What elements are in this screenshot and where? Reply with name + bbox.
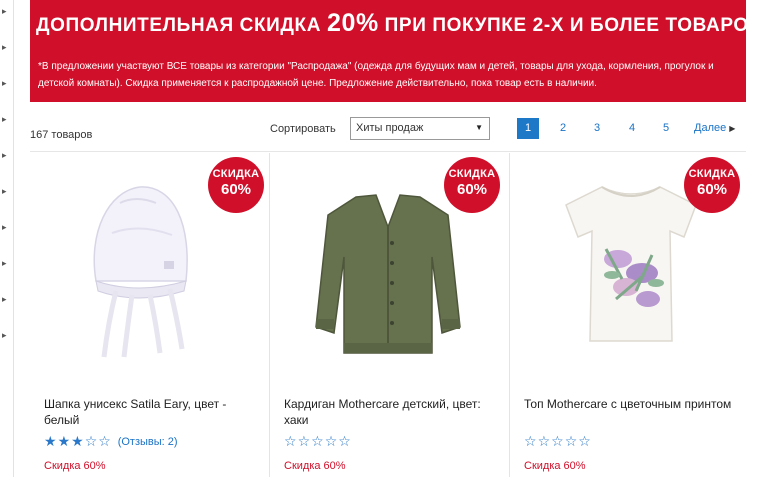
badge-label: СКИДКА: [448, 168, 496, 180]
page-5[interactable]: 5: [655, 118, 677, 139]
product-count: 167 товаров: [30, 129, 93, 141]
star-outline-icon: ☆: [564, 433, 578, 449]
product-name[interactable]: Шапка унисекс Satila Eary, цвет - белый: [44, 396, 254, 428]
badge-label: СКИДКА: [212, 168, 260, 180]
page-2[interactable]: 2: [552, 118, 574, 139]
chevron-right-icon[interactable]: ▸: [2, 222, 7, 232]
star-icon: ★: [44, 433, 57, 449]
page-4[interactable]: 4: [621, 118, 643, 139]
product-card[interactable]: СКИДКА 60% Шапка унисекс Satila Eary, цв…: [30, 153, 270, 477]
chevron-right-icon[interactable]: ▸: [2, 330, 7, 340]
rating-stars[interactable]: ★★★☆☆ (Отзывы: 2): [44, 433, 178, 450]
chevron-right-icon[interactable]: ▸: [2, 78, 7, 88]
product-card[interactable]: СКИДКА 60% Топ Mothercare с цветочным пр…: [510, 153, 750, 477]
promo-note: *В предложении участвуют ВСЕ товары из к…: [38, 61, 714, 89]
star-outline-icon: ☆: [311, 433, 324, 449]
sort-select-value: Хиты продаж: [356, 122, 424, 134]
chevron-right-icon: ▶: [729, 124, 736, 133]
star-outline-icon: ☆: [524, 433, 537, 449]
discount-badge: СКИДКА 60%: [208, 157, 264, 213]
next-page-link[interactable]: Далее ▶: [694, 122, 735, 134]
dropdown-arrow-icon: ▼: [475, 123, 483, 132]
chevron-right-icon[interactable]: ▸: [2, 258, 7, 268]
product-card[interactable]: СКИДКА 60% Кардиган Mothercare детский, …: [270, 153, 510, 477]
left-category-rail: ▸ ▸ ▸ ▸ ▸ ▸ ▸ ▸ ▸ ▸: [0, 0, 14, 477]
chevron-right-icon[interactable]: ▸: [2, 150, 7, 160]
chevron-right-icon[interactable]: ▸: [2, 114, 7, 124]
promo-title: ДОПОЛНИТЕЛЬНАЯ СКИДКА 20% ПРИ ПОКУПКЕ 2-…: [36, 9, 770, 38]
product-name[interactable]: Кардиган Mothercare детский, цвет: хаки: [284, 396, 494, 428]
catalog-toolbar: 167 товаров Сортировать Хиты продаж ▼ 1 …: [30, 112, 746, 152]
star-outline-icon: ☆: [98, 433, 111, 449]
sort-select[interactable]: Хиты продаж ▼: [350, 117, 490, 140]
rating-stars[interactable]: ☆☆☆☆☆: [284, 433, 352, 449]
product-image-cardigan[interactable]: [308, 187, 468, 367]
star-outline-icon: ☆: [297, 433, 311, 449]
product-image-top[interactable]: [556, 179, 706, 349]
discount-badge: СКИДКА 60%: [684, 157, 740, 213]
product-image-hat[interactable]: [78, 173, 198, 363]
star-outline-icon: ☆: [284, 433, 297, 449]
sort-label: Сортировать: [270, 123, 336, 135]
chevron-right-icon[interactable]: ▸: [2, 186, 7, 196]
chevron-right-icon[interactable]: ▸: [2, 42, 7, 52]
star-outline-icon: ☆: [551, 433, 564, 449]
star-icon: ★: [57, 433, 71, 449]
star-outline-icon: ☆: [84, 433, 98, 449]
promo-title-prefix: ДОПОЛНИТЕЛЬНАЯ СКИДКА: [36, 15, 327, 36]
star-outline-icon: ☆: [324, 433, 338, 449]
promo-title-percent: 20%: [326, 9, 379, 37]
promo-banner[interactable]: ДОПОЛНИТЕЛЬНАЯ СКИДКА 20% ПРИ ПОКУПКЕ 2-…: [30, 0, 770, 102]
chevron-right-icon[interactable]: ▸: [2, 6, 7, 16]
discount-text: Скидка 60%: [524, 460, 586, 472]
star-icon: ★: [71, 433, 84, 449]
discount-badge: СКИДКА 60%: [444, 157, 500, 213]
discount-text: Скидка 60%: [44, 460, 106, 472]
discount-text: Скидка 60%: [284, 460, 346, 472]
badge-percent: 60%: [220, 181, 252, 198]
chevron-right-icon[interactable]: ▸: [2, 294, 7, 304]
star-outline-icon: ☆: [537, 433, 551, 449]
star-outline-icon: ☆: [338, 433, 351, 449]
badge-label: СКИДКА: [688, 168, 736, 180]
product-name[interactable]: Топ Mothercare с цветочным принтом: [524, 396, 734, 412]
badge-percent: 60%: [456, 181, 488, 198]
page-1[interactable]: 1: [517, 118, 539, 139]
page-3[interactable]: 3: [586, 118, 608, 139]
badge-percent: 60%: [696, 181, 728, 198]
rating-stars[interactable]: ☆☆☆☆☆: [524, 433, 592, 449]
reviews-link[interactable]: (Отзывы: 2): [118, 436, 178, 448]
promo-title-suffix: ПРИ ПОКУПКЕ 2-Х И БОЛЕЕ ТОВАРОВ*: [378, 15, 770, 36]
next-page-label: Далее: [694, 122, 727, 134]
star-outline-icon: ☆: [578, 433, 591, 449]
